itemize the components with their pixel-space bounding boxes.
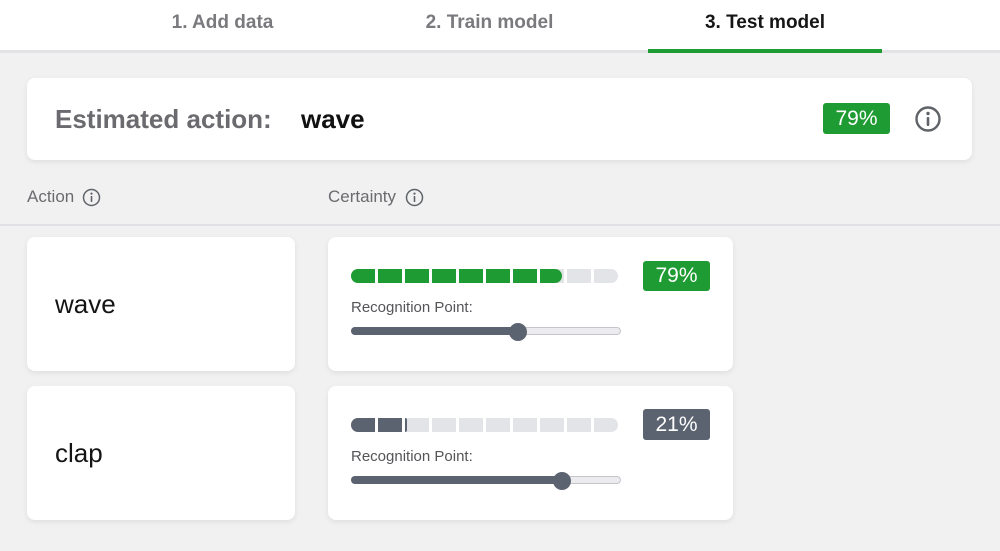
meter-segment-fill [540,269,562,283]
recognition-point-slider[interactable] [351,472,621,490]
certainty-badge: 79% [643,261,710,291]
certainty-column-label: Certainty [328,187,397,206]
meter-segment [351,269,375,283]
certainty-column-header: Certainty [328,185,396,209]
certainty-meter [351,418,621,432]
meter-segment [594,269,618,283]
meter-segment [513,418,537,432]
meter-segment-fill [351,418,375,432]
meter-segment [351,418,375,432]
certainty-meter [351,269,621,283]
meter-segment-fill [459,269,483,283]
action-info-icon[interactable] [82,188,101,207]
action-name: wave [55,289,116,319]
estimated-action-value: wave [301,104,365,134]
meter-segment [540,418,564,432]
estimated-certainty-badge: 79% [823,103,890,134]
slider-fill [351,327,519,335]
meter-segment [567,269,591,283]
meter-segment-fill [432,269,456,283]
meter-segment-fill [405,418,408,432]
meter-segment-fill [351,269,375,283]
meter-segment [432,418,456,432]
recognition-point-label: Recognition Point: [351,448,473,465]
meter-segment [459,269,483,283]
meter-segment-fill [378,269,402,283]
slider-handle[interactable] [552,472,571,490]
meter-segment-fill [486,269,510,283]
action-card-wave: wave [27,237,295,371]
meter-segment [486,418,510,432]
meter-segment [540,269,564,283]
top-tab-bar: 1. Add data 2. Train model 3. Test model [0,0,1000,53]
estimated-action-label: Estimated action: [55,104,272,134]
meter-segment [594,418,618,432]
certainty-info-icon[interactable] [405,188,424,207]
meter-segment-fill [378,418,402,432]
certainty-card-wave: 79% Recognition Point: [328,237,733,371]
recognition-point-label: Recognition Point: [351,299,473,316]
header-divider [0,224,1000,226]
meter-segment [378,269,402,283]
action-name: clap [55,438,103,468]
meter-segment-fill [513,269,537,283]
certainty-badge: 21% [643,409,710,440]
certainty-card-clap: 21% Recognition Point: [328,386,733,520]
tab-test-model-label: 3. Test model [704,12,825,33]
slider-handle[interactable] [509,323,528,341]
recognition-point-slider[interactable] [351,323,621,341]
meter-segment [405,269,429,283]
action-card-clap: clap [27,386,295,520]
meter-segment [567,418,591,432]
meter-segment [378,418,402,432]
info-icon[interactable] [914,105,942,133]
tab-add-data[interactable]: 1. Add data [105,0,340,50]
tab-train-model[interactable]: 2. Train model [372,0,607,50]
active-tab-indicator [648,49,882,53]
meter-segment [513,269,537,283]
meter-segment-fill [405,269,429,283]
tab-test-model[interactable]: 3. Test model [648,0,882,53]
meter-segment [459,418,483,432]
meter-segment [405,418,429,432]
slider-fill [351,476,562,484]
estimated-action-card: Estimated action: wave 79% [27,78,972,160]
action-column-header: Action [27,185,74,209]
action-column-label: Action [27,187,75,206]
meter-segment [486,269,510,283]
meter-segment [432,269,456,283]
